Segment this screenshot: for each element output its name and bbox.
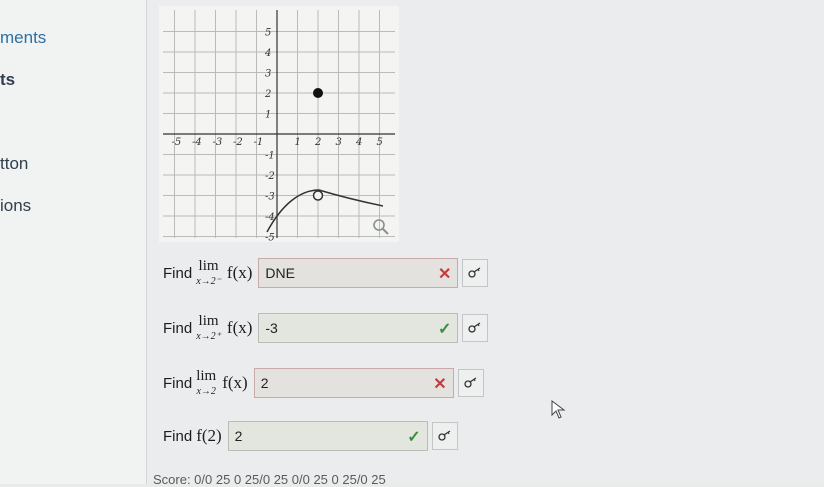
find-label: Find	[163, 264, 193, 282]
lim-label: lim	[198, 313, 219, 329]
y-tick-label: -1	[265, 151, 275, 162]
y-tick-label: -5	[265, 233, 275, 243]
incorrect-icon: ✕	[437, 266, 452, 283]
open-point	[312, 190, 324, 201]
answer-value: DNE	[265, 265, 295, 281]
function-label: f(x)	[226, 263, 253, 282]
question-panel: -5 -4 -3 -2 -1 1 2 3 4 5 5 4 3 2 1 -1 -2 -3 -4 -5 Find lim…	[147, 0, 824, 487]
lim-label: lim	[198, 258, 219, 274]
key-button[interactable]	[431, 422, 458, 450]
score-line: Score: 0/0 25 0 25/0 25 0/0 25 0 25/0 25	[153, 472, 386, 487]
function-label: f(x)	[222, 373, 248, 392]
lim-subscript: x→2⁺	[196, 331, 221, 342]
answer-input-right-limit[interactable]: -3 ✓	[258, 313, 459, 343]
lim-label: lim	[196, 368, 217, 384]
x-tick-label: -4	[192, 137, 202, 148]
key-button[interactable]	[457, 369, 484, 397]
x-tick-label: 3	[336, 137, 342, 148]
y-tick-label: 2	[264, 89, 271, 100]
answer-value: 2	[260, 375, 269, 391]
lim-subscript: x→2	[196, 386, 216, 397]
lim-subscript: x→2⁻	[196, 276, 221, 287]
key-icon	[468, 267, 481, 278]
x-tick-label: 1	[295, 137, 301, 148]
closed-point	[313, 88, 323, 98]
y-tick-label: 3	[265, 69, 271, 80]
correct-icon: ✓	[437, 321, 452, 338]
y-tick-label: 5	[265, 28, 271, 39]
question-function-value: Find f(2) 2 ✓	[163, 419, 458, 453]
find-label: Find	[163, 374, 193, 392]
question-left-limit: Find lim x→2⁻ f(x) DNE ✕	[163, 256, 489, 290]
x-tick-label: 2	[314, 137, 321, 148]
function-label: f(x)	[226, 318, 253, 337]
find-label: Find	[163, 427, 193, 445]
sidebar: ments ts tton ions	[0, 0, 147, 484]
question-two-sided-limit: Find lim x→2 f(x) 2 ✕	[163, 366, 484, 400]
answer-value: 2	[234, 428, 243, 444]
answer-value: -3	[265, 320, 278, 336]
answer-input-function-value[interactable]: 2 ✓	[227, 421, 428, 451]
answer-input-two-sided-limit[interactable]: 2 ✕	[253, 368, 454, 398]
x-tick-label: -2	[233, 137, 243, 148]
x-tick-label: -3	[213, 137, 223, 148]
answer-input-left-limit[interactable]: DNE ✕	[258, 258, 459, 288]
x-tick-label: -5	[172, 137, 182, 148]
x-tick-label: -1	[254, 137, 264, 148]
sidebar-item-grades[interactable]: ts	[0, 70, 15, 90]
mouse-cursor-icon	[551, 400, 566, 419]
x-tick-label: 5	[377, 137, 383, 148]
function-label: f(2)	[196, 426, 222, 445]
sidebar-item-assignments[interactable]: ments	[0, 28, 46, 48]
key-icon	[464, 377, 477, 388]
key-button[interactable]	[462, 314, 489, 342]
sidebar-item-options[interactable]: ions	[0, 196, 31, 216]
find-label: Find	[163, 319, 193, 337]
key-button[interactable]	[462, 259, 489, 287]
y-tick-label: 4	[264, 48, 271, 59]
key-icon	[468, 322, 481, 333]
incorrect-icon: ✕	[433, 376, 447, 393]
y-tick-label: -3	[265, 192, 275, 203]
question-right-limit: Find lim x→2⁺ f(x) -3 ✓	[163, 311, 489, 345]
y-tick-label: -2	[265, 171, 275, 182]
key-icon	[438, 430, 451, 441]
y-tick-label: 1	[265, 110, 271, 121]
correct-icon: ✓	[407, 429, 421, 446]
function-graph: -5 -4 -3 -2 -1 1 2 3 4 5 54321-1-2-3-4-5	[159, 6, 399, 242]
sidebar-item-button[interactable]: tton	[0, 154, 28, 174]
x-tick-label: 4	[355, 137, 362, 148]
